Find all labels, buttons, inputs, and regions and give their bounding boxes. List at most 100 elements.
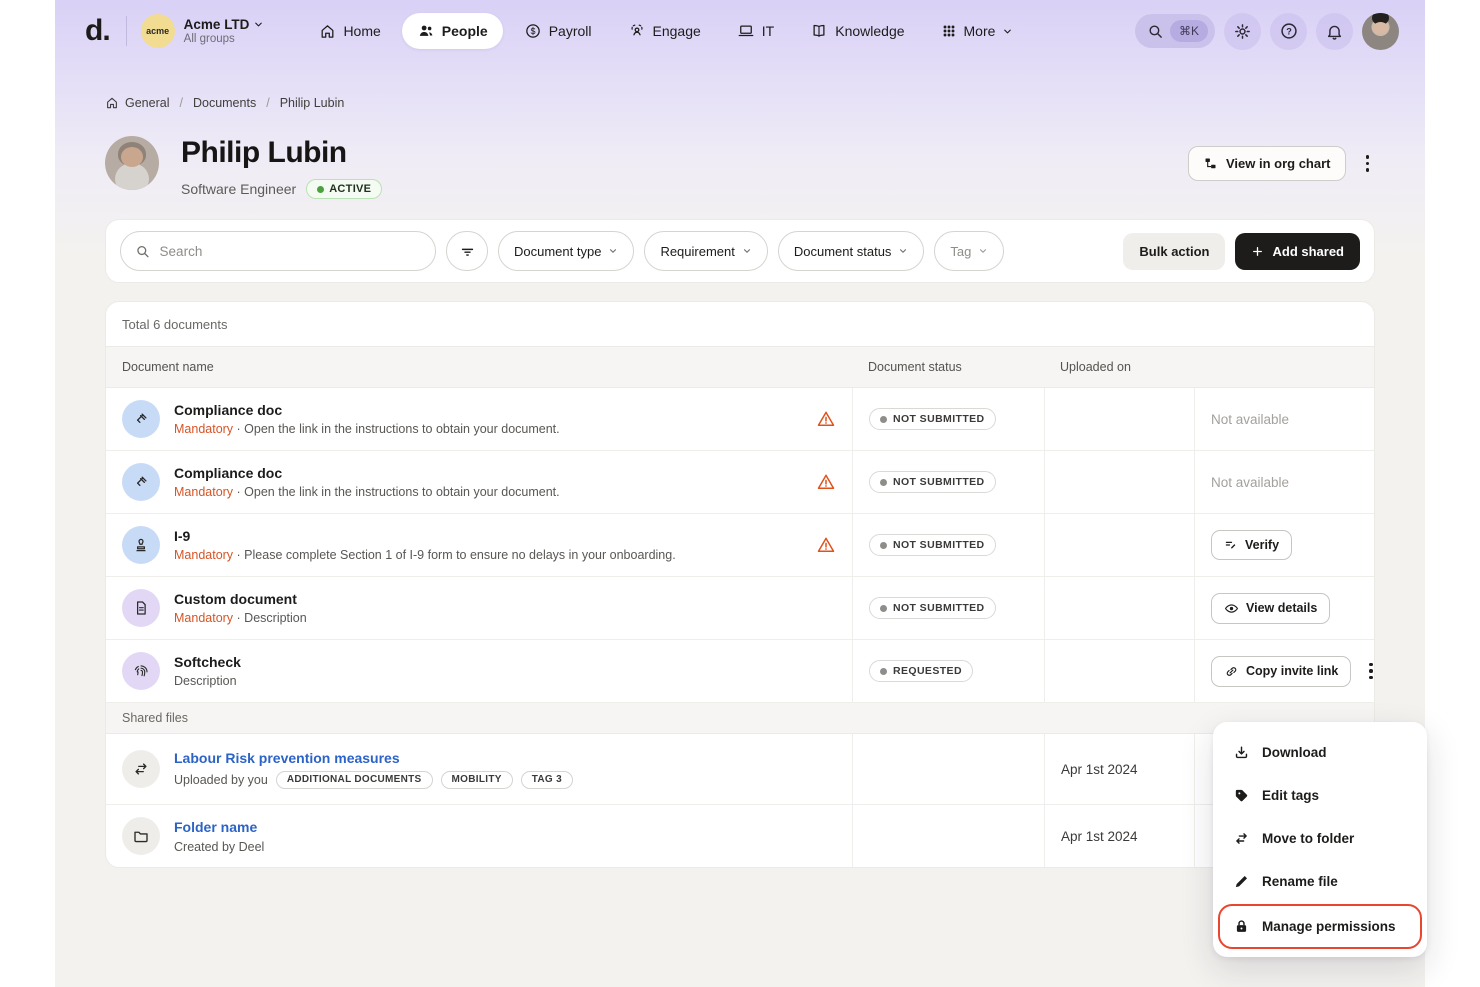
gear-icon	[1233, 22, 1252, 41]
nav-item-more[interactable]: More	[926, 14, 1029, 48]
not-available-label: Not available	[1211, 475, 1289, 490]
eye-icon	[1224, 601, 1239, 616]
tag-icon	[1233, 787, 1250, 804]
column-uploaded-on: Uploaded on	[1044, 347, 1194, 387]
tag-badge[interactable]: ADDITIONAL DOCUMENTS	[276, 771, 433, 789]
column-document-status: Document status	[852, 347, 1044, 387]
menu-item-manage-permissions[interactable]: Manage permissions	[1219, 905, 1421, 948]
page-title: Philip Lubin	[181, 136, 1188, 170]
breadcrumb-documents[interactable]: Documents	[193, 96, 256, 110]
uploaded-on-cell: Apr 1st 2024	[1061, 829, 1138, 844]
not-available-label: Not available	[1211, 412, 1289, 427]
tag-badge[interactable]: TAG 3	[521, 771, 573, 789]
document-name[interactable]: Compliance doc	[174, 402, 560, 418]
nav-item-payroll[interactable]: S Payroll	[509, 13, 607, 49]
svg-text:?: ?	[1286, 26, 1292, 36]
shared-folder-link[interactable]: Folder name	[174, 819, 264, 835]
global-search-button[interactable]: ⌘K	[1135, 14, 1215, 48]
gavel-icon	[122, 400, 160, 438]
chevron-down-icon	[898, 246, 908, 256]
profile-more-menu-button[interactable]	[1360, 149, 1376, 178]
download-icon	[1233, 744, 1250, 761]
nav-item-it[interactable]: IT	[722, 13, 789, 49]
plus-icon	[1251, 245, 1264, 258]
menu-item-move-to-folder[interactable]: Move to folder	[1213, 817, 1427, 860]
filter-button[interactable]	[446, 231, 488, 271]
bulk-action-button[interactable]: Bulk action	[1123, 233, 1225, 270]
divider	[126, 16, 127, 46]
nav-item-knowledge[interactable]: Knowledge	[795, 13, 919, 49]
notifications-button[interactable]	[1316, 13, 1353, 50]
tag-badge[interactable]: MOBILITY	[441, 771, 513, 789]
deel-logo[interactable]: d.	[85, 14, 110, 48]
warning-icon	[816, 535, 836, 555]
document-name[interactable]: Softcheck	[174, 654, 241, 670]
verify-icon	[1224, 538, 1238, 552]
table-header: Document name Document status Uploaded o…	[106, 346, 1374, 388]
row-more-menu-button[interactable]	[1363, 657, 1375, 686]
filter-toolbar: Document type Requirement Document statu…	[105, 219, 1375, 283]
chevron-down-icon	[608, 246, 618, 256]
breadcrumb: General / Documents / Philip Lubin	[105, 96, 1375, 110]
org-subtitle: All groups	[184, 33, 265, 45]
org-avatar: acme	[141, 14, 175, 48]
document-name[interactable]: Compliance doc	[174, 465, 560, 481]
table-row: Compliance doc Mandatory · Open the link…	[106, 451, 1374, 514]
document-name[interactable]: Custom document	[174, 591, 307, 607]
warning-icon	[816, 472, 836, 492]
bell-icon	[1325, 22, 1344, 41]
uploaded-on-cell: Apr 1st 2024	[1061, 762, 1138, 777]
nav-item-engage[interactable]: Engage	[613, 13, 716, 49]
filter-requirement[interactable]: Requirement	[644, 231, 767, 271]
home-icon	[319, 23, 336, 40]
filter-document-status[interactable]: Document status	[778, 231, 925, 271]
book-icon	[810, 22, 828, 40]
menu-item-download[interactable]: Download	[1213, 731, 1427, 774]
shared-file-row: Folder name Created by Deel Apr 1st 2024	[106, 805, 1374, 867]
main-nav: Home People S Payroll Engage IT Knowledg…	[304, 13, 1135, 49]
filter-sliders-icon	[459, 243, 476, 260]
profile-photo	[105, 136, 159, 190]
uploaded-on-cell	[1044, 640, 1194, 702]
uploaded-on-cell	[1044, 514, 1194, 576]
nav-item-people[interactable]: People	[402, 13, 503, 49]
document-name[interactable]: I-9	[174, 528, 676, 544]
uploaded-on-cell	[1044, 451, 1194, 513]
view-details-button[interactable]: View details	[1211, 593, 1330, 624]
question-icon: ?	[1279, 21, 1299, 41]
menu-item-edit-tags[interactable]: Edit tags	[1213, 774, 1427, 817]
filter-document-type[interactable]: Document type	[498, 231, 634, 271]
shared-file-link[interactable]: Labour Risk prevention measures	[174, 750, 573, 766]
user-avatar[interactable]	[1362, 13, 1399, 50]
search-input[interactable]	[160, 244, 421, 259]
stamp-icon	[122, 526, 160, 564]
org-switcher[interactable]: acme Acme LTD All groups	[141, 14, 265, 48]
filter-tag[interactable]: Tag	[934, 231, 1004, 271]
pencil-icon	[1233, 873, 1250, 890]
help-button[interactable]: ?	[1270, 13, 1307, 50]
payroll-icon: S	[524, 22, 542, 40]
warning-icon	[816, 409, 836, 429]
document-icon	[122, 589, 160, 627]
laptop-icon	[737, 22, 755, 40]
context-menu: Download Edit tags Move to folder Rename…	[1213, 722, 1427, 957]
table-row: Compliance doc Mandatory · Open the link…	[106, 388, 1374, 451]
status-badge: NOT SUBMITTED	[869, 534, 996, 556]
breadcrumb-general[interactable]: General	[105, 96, 169, 110]
settings-button[interactable]	[1224, 13, 1261, 50]
menu-item-rename-file[interactable]: Rename file	[1213, 860, 1427, 903]
status-badge: NOT SUBMITTED	[869, 408, 996, 430]
column-document-name: Document name	[106, 347, 852, 387]
chevron-down-icon	[978, 246, 988, 256]
add-shared-button[interactable]: Add shared	[1235, 233, 1360, 270]
nav-item-home[interactable]: Home	[304, 14, 395, 49]
move-arrows-icon	[122, 750, 160, 788]
view-org-chart-button[interactable]: View in org chart	[1188, 146, 1346, 181]
search-field[interactable]	[120, 231, 436, 271]
breadcrumb-current: Philip Lubin	[280, 96, 345, 110]
gavel-icon	[122, 463, 160, 501]
copy-invite-link-button[interactable]: Copy invite link	[1211, 656, 1351, 687]
org-name: Acme LTD	[184, 17, 250, 32]
verify-button[interactable]: Verify	[1211, 530, 1292, 560]
people-icon	[417, 22, 435, 40]
